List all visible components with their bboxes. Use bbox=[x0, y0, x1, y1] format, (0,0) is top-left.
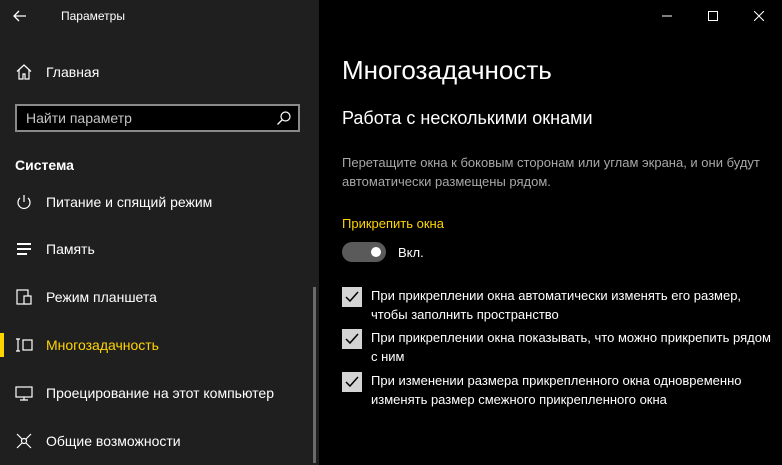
checkbox-label: При прикреплении окна автоматически изме… bbox=[371, 288, 742, 322]
checkmark-icon bbox=[345, 376, 359, 388]
sidebar: Параметры Главная Система Питание и спящ… bbox=[0, 0, 319, 465]
power-icon bbox=[15, 193, 33, 211]
sidebar-item-shared-experiences[interactable]: Общие возможности bbox=[0, 421, 319, 461]
minimize-icon bbox=[662, 15, 672, 17]
show-snap-checkbox[interactable] bbox=[342, 329, 362, 349]
content-pane: Многозадачность Работа с несколькими окн… bbox=[319, 0, 782, 465]
maximize-button[interactable] bbox=[690, 0, 736, 32]
sidebar-item-storage[interactable]: Память bbox=[0, 229, 319, 269]
page-title: Многозадачность bbox=[342, 55, 552, 85]
search-icon[interactable] bbox=[276, 110, 292, 126]
sidebar-item-label: Режим планшета bbox=[46, 289, 157, 305]
checkmark-icon bbox=[345, 291, 359, 303]
sidebar-item-label: Общие возможности bbox=[46, 433, 181, 449]
storage-icon bbox=[15, 240, 33, 258]
checkbox-row-show-snap: При прикреплении окна показывать, что мо… bbox=[342, 328, 772, 366]
tablet-icon bbox=[15, 288, 33, 306]
sidebar-item-label: Проецирование на этот компьютер bbox=[46, 385, 274, 401]
window-controls bbox=[644, 0, 782, 32]
checkbox-row-resize-adjacent: При изменении размера прикрепленного окн… bbox=[342, 371, 772, 409]
sidebar-item-power-sleep[interactable]: Питание и спящий режим bbox=[0, 188, 319, 216]
sidebar-item-tablet-mode[interactable]: Режим планшета bbox=[0, 277, 319, 317]
search-box[interactable] bbox=[15, 104, 300, 132]
maximize-icon bbox=[708, 11, 718, 21]
checkbox-label: При изменении размера прикрепленного окн… bbox=[371, 373, 742, 407]
section-description: Перетащите окна к боковым сторонам или у… bbox=[342, 155, 760, 189]
nav-home[interactable]: Главная bbox=[0, 58, 319, 86]
toggle-state-label: Вкл. bbox=[398, 244, 424, 260]
snap-windows-toggle[interactable] bbox=[342, 242, 386, 262]
snap-toggle-row: Вкл. bbox=[342, 242, 424, 262]
section-title: Работа с несколькими окнами bbox=[342, 108, 593, 128]
home-icon bbox=[15, 63, 33, 81]
nav-home-label: Главная bbox=[46, 64, 100, 80]
search-input[interactable] bbox=[17, 110, 276, 126]
back-arrow-icon bbox=[13, 10, 26, 22]
sidebar-scrollbar[interactable] bbox=[313, 287, 316, 463]
titlebar-left: Параметры bbox=[0, 0, 319, 32]
sidebar-item-label: Многозадачность bbox=[46, 337, 159, 353]
sidebar-item-label: Память bbox=[46, 241, 95, 257]
close-icon bbox=[754, 11, 764, 21]
selection-indicator bbox=[0, 333, 4, 357]
resize-adjacent-checkbox[interactable] bbox=[342, 372, 362, 392]
sidebar-item-multitasking[interactable]: Многозадачность bbox=[0, 325, 319, 365]
toggle-knob bbox=[371, 247, 381, 257]
multitasking-icon bbox=[15, 336, 33, 354]
shared-experiences-icon bbox=[15, 432, 33, 450]
checkbox-label: При прикреплении окна показывать, что мо… bbox=[371, 330, 771, 364]
minimize-button[interactable] bbox=[644, 0, 690, 32]
checkmark-icon bbox=[345, 333, 359, 345]
auto-resize-checkbox[interactable] bbox=[342, 287, 362, 307]
app-title: Параметры bbox=[61, 9, 125, 23]
sidebar-item-projecting[interactable]: Проецирование на этот компьютер bbox=[0, 373, 319, 413]
sidebar-section-title: Система bbox=[15, 157, 74, 173]
snap-windows-label: Прикрепить окна bbox=[342, 216, 444, 231]
sidebar-item-label: Питание и спящий режим bbox=[46, 194, 213, 210]
close-button[interactable] bbox=[736, 0, 782, 32]
back-button[interactable] bbox=[0, 0, 40, 32]
projecting-icon bbox=[15, 384, 33, 402]
checkbox-row-auto-resize: При прикреплении окна автоматически изме… bbox=[342, 286, 772, 324]
